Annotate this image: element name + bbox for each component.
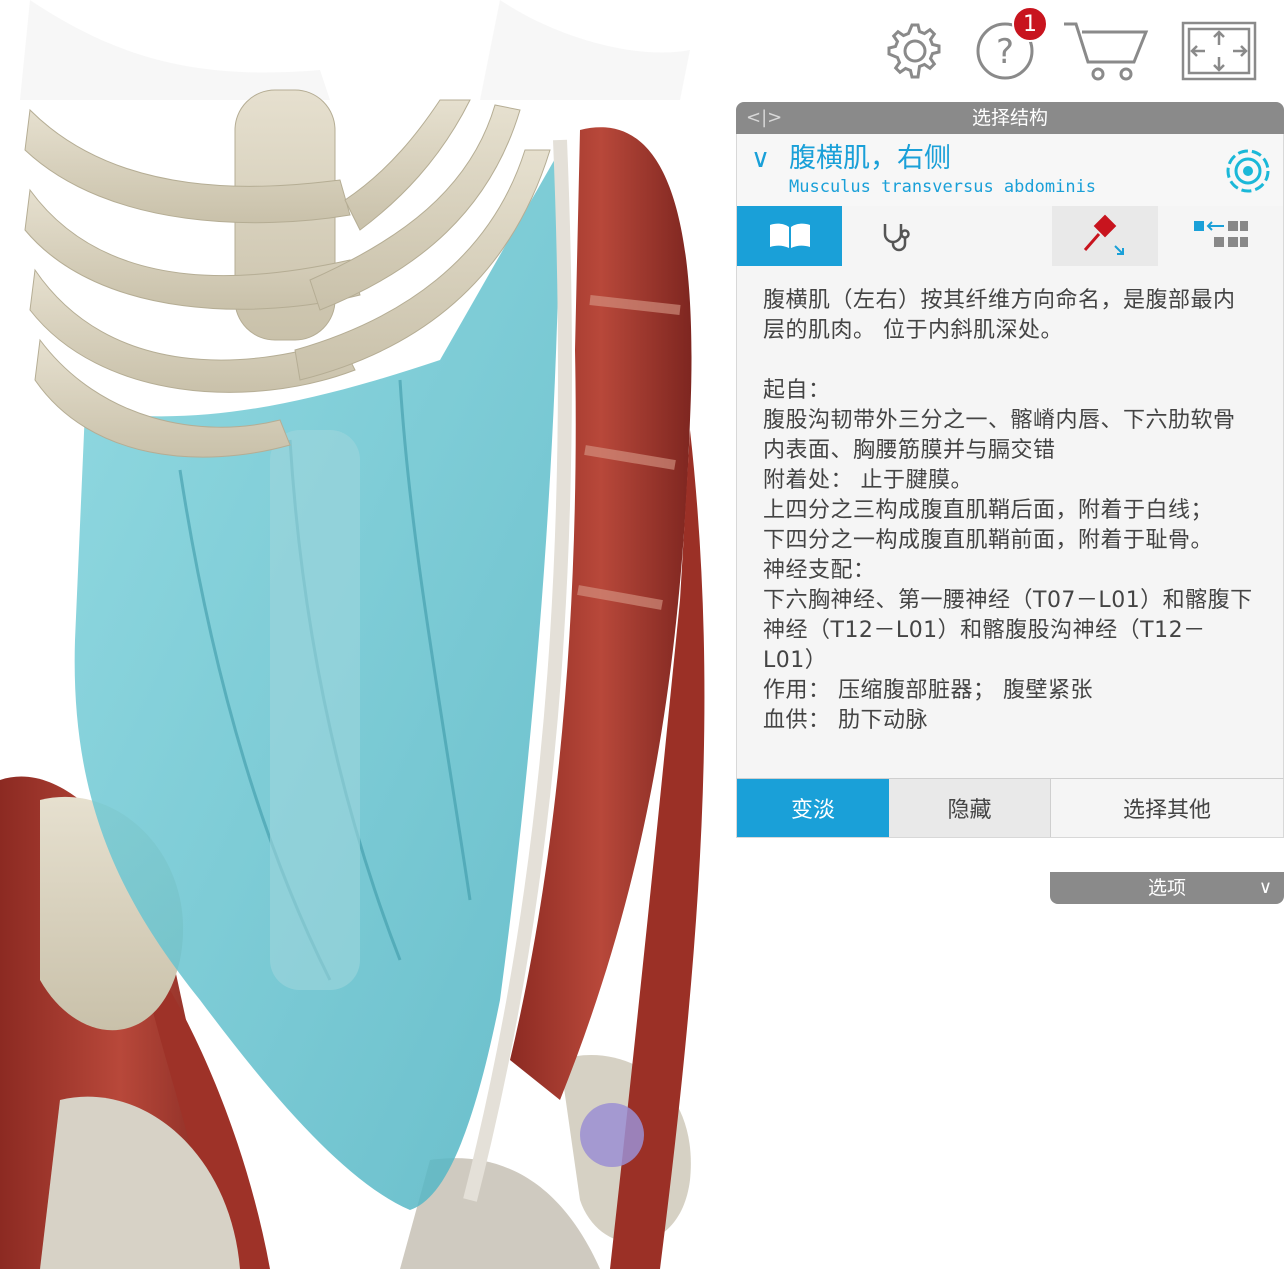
panel-header: <|> 选择结构 [736, 102, 1284, 134]
panel-title: 选择结构 [971, 107, 1048, 129]
stethoscope-icon [883, 224, 910, 252]
lumbar-spine [270, 430, 360, 990]
pin-icon [1083, 214, 1124, 255]
tab-clinical[interactable] [842, 206, 948, 266]
select-other-button[interactable]: 选择其他 [1051, 779, 1283, 837]
book-icon [769, 223, 810, 248]
grid-arrange-icon [1193, 221, 1248, 247]
gear-icon [887, 23, 941, 79]
hide-button[interactable]: 隐藏 [889, 779, 1051, 837]
tab-description[interactable] [737, 206, 842, 266]
tab-pin[interactable] [1052, 206, 1158, 266]
selected-structure-row: ∨ 腹横肌，右侧 Musculus transversus abdominis [736, 134, 1284, 206]
options-label: 选项 [1147, 877, 1186, 899]
tab-spacer [948, 206, 1052, 266]
panel-tabs [736, 206, 1284, 266]
settings-button[interactable] [884, 18, 946, 84]
focus-target-icon[interactable] [1225, 148, 1271, 194]
structure-name-latin: Musculus transversus abdominis [789, 177, 1097, 197]
cart-button[interactable] [1060, 18, 1152, 84]
action-bar: 变淡 隐藏 选择其他 [736, 778, 1284, 838]
chevron-down-icon[interactable]: ∨ [751, 146, 770, 172]
options-dropdown[interactable]: 选项 ∨ [1050, 872, 1284, 904]
fullscreen-icon [1181, 21, 1257, 81]
structure-panel: <|> 选择结构 ∨ 腹横肌，右侧 Musculus transversus a… [736, 102, 1284, 904]
description-text: 腹横肌（左右）按其纤维方向命名，是腹部最内层的肌肉。 位于内斜肌深处。 起自： … [763, 288, 1253, 733]
structure-name-chinese: 腹横肌，右侧 [789, 143, 951, 174]
anatomy-model[interactable] [0, 0, 730, 1269]
tab-arrange[interactable] [1158, 206, 1283, 266]
anatomy-viewport[interactable] [0, 0, 730, 1269]
description-content: 腹横肌（左右）按其纤维方向命名，是腹部最内层的肌肉。 位于内斜肌深处。 起自： … [736, 266, 1284, 778]
chevron-down-icon: ∨ [1258, 877, 1272, 898]
cart-icon [1064, 22, 1149, 81]
fullscreen-button[interactable] [1180, 18, 1258, 84]
help-notification-badge: 1 [1012, 6, 1048, 42]
svg-text:?: ? [996, 32, 1014, 72]
fade-button[interactable]: 变淡 [737, 779, 889, 837]
ovary-structure [580, 1103, 644, 1167]
upper-ribcage-faded [20, 0, 690, 100]
